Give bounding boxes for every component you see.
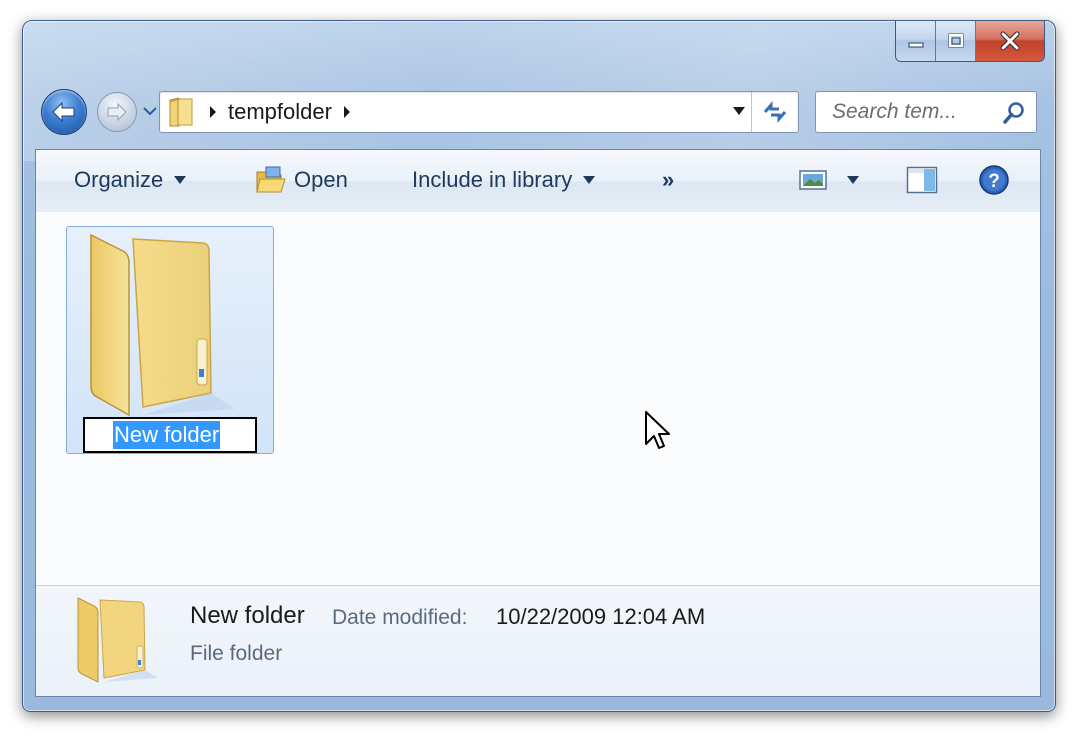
chevron-down-icon (847, 176, 859, 184)
file-list-view[interactable]: New folder (36, 212, 1040, 588)
help-icon: ? (979, 165, 1009, 195)
back-button[interactable] (41, 89, 87, 135)
arrow-left-icon (52, 101, 75, 123)
organize-label: Organize (74, 167, 164, 192)
folder-icon (90, 233, 235, 417)
close-button[interactable] (976, 21, 1044, 61)
recent-pages-chevron-down-icon[interactable] (143, 104, 157, 118)
close-icon (1000, 31, 1020, 51)
search-icon[interactable] (1002, 101, 1026, 125)
breadcrumb-separator-icon[interactable] (208, 105, 218, 119)
view-options-dropdown[interactable] (846, 164, 860, 196)
refresh-icon (763, 100, 787, 124)
details-date-label: Date modified: (332, 606, 468, 629)
search-box[interactable] (815, 91, 1037, 133)
preview-pane-icon (906, 166, 938, 194)
folder-name-selected-text[interactable]: New folder (113, 421, 221, 449)
more-commands-button[interactable]: » (662, 164, 674, 196)
minimize-button[interactable] (896, 21, 936, 61)
include-in-library-label: Include in library (412, 167, 573, 192)
open-folder-icon (256, 166, 286, 193)
svg-text:?: ? (988, 171, 1000, 192)
arrow-right-icon (107, 102, 127, 122)
folder-item[interactable]: New folder (66, 226, 274, 454)
open-label: Open (294, 167, 348, 192)
minimize-icon (908, 42, 923, 48)
details-item-type: File folder (190, 642, 283, 665)
command-bar: Organize Open Include in library » ? (36, 150, 1040, 213)
address-bar[interactable]: tempfolder (159, 91, 799, 133)
breadcrumb-separator-icon[interactable] (342, 105, 352, 119)
organize-menu-button[interactable]: Organize (74, 164, 187, 196)
chevron-down-icon (583, 176, 596, 184)
details-date-value: 10/22/2009 12:04 AM (496, 604, 706, 629)
preview-pane-button[interactable] (906, 164, 938, 196)
chevron-down-icon (174, 176, 187, 184)
view-icon (799, 170, 827, 190)
caption-buttons (895, 21, 1045, 62)
folder-icon (77, 597, 158, 683)
explorer-client-area: Organize Open Include in library » ? New… (35, 149, 1041, 697)
refresh-button[interactable] (751, 92, 798, 132)
navigation-bar: tempfolder (41, 89, 1037, 135)
details-pane: New folder Date modified: 10/22/2009 12:… (36, 585, 1040, 696)
rename-textbox[interactable]: New folder (83, 417, 257, 453)
maximize-button[interactable] (936, 21, 976, 61)
search-input[interactable] (830, 99, 984, 125)
mouse-pointer-icon (645, 411, 670, 449)
more-commands-label: » (662, 167, 675, 192)
forward-button[interactable] (97, 92, 137, 132)
details-item-name: New folder (190, 602, 305, 629)
breadcrumb-item-tempfolder[interactable]: tempfolder (228, 99, 332, 125)
change-view-button[interactable] (798, 164, 828, 196)
help-button[interactable]: ? (978, 164, 1010, 196)
maximize-icon (948, 33, 963, 48)
explorer-window: tempfolder Org (22, 20, 1056, 712)
open-button[interactable]: Open (254, 164, 348, 196)
folder-icon (169, 97, 193, 127)
include-in-library-button[interactable]: Include in library (412, 164, 596, 196)
address-history-chevron-down-icon[interactable] (732, 106, 746, 116)
